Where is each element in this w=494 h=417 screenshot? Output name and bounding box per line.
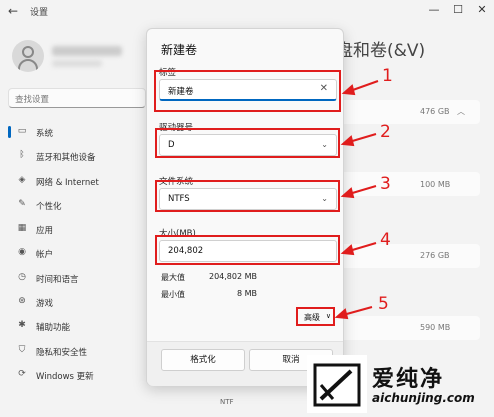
annotation-arrow-1 (349, 80, 379, 92)
annotation-number-1: 1 (382, 66, 393, 86)
annotation-arrow-4 (348, 242, 377, 252)
annotation-arrowhead-5 (334, 308, 349, 320)
annotation-number-2: 2 (380, 122, 391, 142)
annotation-arrow-5 (342, 306, 373, 316)
annotation-arrow-3 (348, 185, 377, 195)
annotation-arrowhead-1 (341, 84, 356, 96)
annotation-arrowhead-2 (340, 135, 355, 147)
annotation-arrowhead-4 (340, 244, 355, 256)
annotation-number-5: 5 (378, 294, 389, 314)
watermark-url: aichunjing.com (372, 391, 475, 405)
watermark-logo (307, 355, 367, 413)
annotation-arrows (334, 80, 379, 320)
annotation-number-3: 3 (380, 174, 391, 194)
annotation-arrowhead-3 (340, 187, 355, 199)
annotation-arrow-2 (348, 133, 377, 143)
watermark-text: 爱纯净 (372, 367, 445, 392)
annotation-number-4: 4 (380, 230, 391, 250)
watermark-logo-icon (313, 363, 361, 407)
